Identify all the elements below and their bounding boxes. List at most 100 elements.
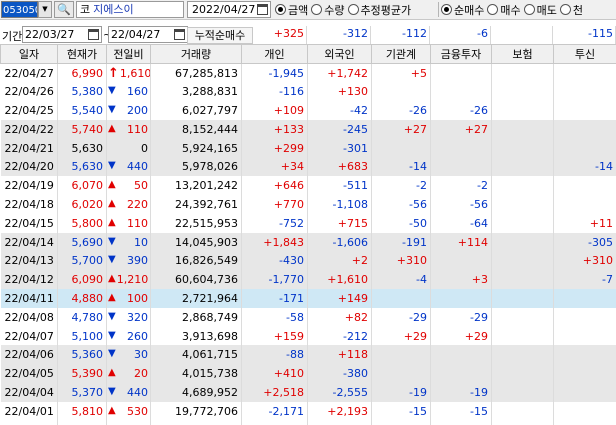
inst-cell: -56: [371, 195, 431, 214]
change-cell: ▼ 390: [106, 251, 151, 271]
radio-button-icon[interactable]: [559, 4, 571, 15]
inst-cell: +310: [371, 251, 431, 271]
fin-cell: [430, 251, 492, 271]
change-value: 50: [134, 179, 148, 193]
volume-cell: 14,496,916: [150, 420, 242, 425]
radio-button-icon[interactable]: [441, 4, 452, 15]
table-row[interactable]: 22/04/05 5,390 ▲ 20 4,015,738 +410 -380: [0, 364, 616, 384]
volume-cell: 4,015,738: [150, 364, 242, 384]
period-from-value: 22/03/27: [25, 28, 75, 41]
price-cell: 5,690: [57, 232, 107, 252]
date-cell: 22/04/05: [0, 364, 58, 384]
column-header-9[interactable]: 투신: [553, 44, 616, 64]
inst-cell: -2: [371, 176, 431, 196]
table-row[interactable]: 22/04/15 5,800 ▲ 110 22,515,953 -752 +715 -50 -6…: [0, 213, 616, 233]
fin-cell: [430, 82, 492, 102]
value-type-radio-0[interactable]: 금액: [275, 2, 308, 18]
column-header-6[interactable]: 기관계: [371, 44, 431, 64]
fin-cell: [430, 63, 492, 83]
for-cell: -301: [307, 138, 372, 158]
table-row[interactable]: 22/04/08 4,780 ▼ 320 2,868,749 -58 +82 -29 -29: [0, 307, 616, 327]
column-header-2[interactable]: 전일비: [106, 44, 151, 64]
inv-cell: [553, 326, 616, 346]
table-row[interactable]: 22/04/07 5,100 ▼ 260 3,913,698 +159 -212 +29 +29: [0, 326, 616, 346]
trade-type-radio-3[interactable]: 천: [559, 2, 583, 18]
column-header-7[interactable]: 금융투자: [430, 44, 492, 64]
price-cell: 6,070: [57, 176, 107, 196]
table-row[interactable]: 22/04/12 6,090 ▲ 1,210 60,604,736 -1,770 +1,61…: [0, 270, 616, 290]
price-cell: 5,280: [57, 420, 107, 425]
table-row[interactable]: 22/04/20 5,630 ▼ 440 5,978,026 +34 +683 -14 -14: [0, 157, 616, 177]
value-type-radio-label: 금액: [288, 3, 309, 17]
column-header-8[interactable]: 보험: [491, 44, 554, 64]
table-row[interactable]: 22/04/11 4,880 ▲ 100 2,721,964 -171 +149: [0, 289, 616, 308]
search-button[interactable]: 🔍: [54, 1, 74, 18]
stock-code-input[interactable]: 053050: [1, 1, 38, 18]
column-header-3[interactable]: 거래량: [150, 44, 242, 64]
table-row[interactable]: 22/04/13 5,700 ▼ 390 16,826,549 -430 +2 +310 +31…: [0, 251, 616, 271]
for-cell: -245: [307, 119, 372, 139]
table-row[interactable]: 22/04/06 5,360 ▼ 30 4,061,715 -88 +118: [0, 345, 616, 365]
change-value: 1,610: [119, 66, 151, 80]
table-row[interactable]: 22/04/04 5,370 ▼ 440 4,689,952 +2,518 -2,555 -1…: [0, 383, 616, 402]
trade-type-radio-2[interactable]: 매도: [523, 2, 557, 18]
table-row[interactable]: 22/04/26 5,380 ▼ 160 3,288,831 -116 +130: [0, 82, 616, 102]
investor-trend-table: 일자 현재가 전일비 거래량 개인 외국인 기관계 금융투자 보험 투신 22/04/27 6,99…: [0, 44, 616, 425]
fin-cell: [430, 138, 492, 158]
column-header-1[interactable]: 현재가: [57, 44, 107, 64]
table-row[interactable]: 22/04/14 5,690 ▼ 10 14,045,903 +1,843 -1,606 -1…: [0, 232, 616, 252]
inv-cell: [553, 176, 616, 196]
toolbar: 053050 ▼ 🔍 코 지에스이 2022/04/27 금액 수량 추정평균가 순매…: [0, 0, 616, 20]
table-row[interactable]: 22/04/18 6,020 ▲ 220 24,392,761 +770 -1,108 -56…: [0, 195, 616, 214]
for-cell: +2,193: [307, 401, 372, 421]
date-cell: 22/04/12: [0, 270, 58, 290]
price-cell: 6,990: [57, 63, 107, 83]
calendar-icon[interactable]: [257, 4, 268, 15]
table-row[interactable]: 22/04/22 5,740 ▲ 110 8,152,444 +133 -245 +27 +27: [0, 119, 616, 139]
ind-cell: +299: [241, 138, 308, 158]
trade-type-radio-0[interactable]: 순매수: [441, 2, 484, 18]
value-type-radio-1[interactable]: 수량: [311, 2, 345, 18]
table-row[interactable]: 22/04/27 6,990 ↑ 1,610 67,285,813 -1,945 +1,74…: [0, 63, 616, 83]
column-header-5[interactable]: 외국인: [307, 44, 372, 64]
inv-cell: [553, 345, 616, 365]
price-cell: 5,810: [57, 401, 107, 421]
change-cell: ▼ 30: [106, 345, 151, 365]
column-header-4[interactable]: 개인: [241, 44, 308, 64]
radio-button-icon[interactable]: [347, 4, 359, 15]
calendar-icon[interactable]: [174, 29, 185, 40]
radio-button-icon[interactable]: [523, 4, 535, 15]
change-value: 10: [134, 235, 148, 249]
change-value: 200: [127, 103, 148, 117]
table-row[interactable]: 22/04/19 6,070 ▲ 50 13,201,242 +646 -511 -2 -2: [0, 176, 616, 196]
fin-cell: +3: [430, 270, 492, 290]
change-cell: ▼ 160: [106, 82, 151, 102]
radio-button-icon[interactable]: [311, 4, 323, 15]
column-header-0[interactable]: 일자: [0, 44, 58, 64]
code-dropdown-button[interactable]: ▼: [38, 1, 52, 18]
ind-cell: +646: [241, 176, 308, 196]
radio-button-icon[interactable]: [275, 4, 286, 15]
calendar-icon[interactable]: [88, 29, 99, 40]
table-row[interactable]: 22/04/25 5,540 ▼ 200 6,027,797 +109 -42 -26 -26: [0, 101, 616, 120]
market-prefix: 코: [80, 3, 91, 16]
inst-cell: +27: [371, 119, 431, 139]
date-input[interactable]: 2022/04/27: [187, 1, 271, 18]
period-from-input[interactable]: 22/03/27: [22, 26, 102, 43]
search-icon: 🔍: [57, 3, 71, 16]
radio-button-icon[interactable]: [487, 4, 499, 15]
fin-cell: +33: [430, 420, 492, 425]
table-row[interactable]: 22/03/315,280▲34514,496,916+3,199-3,149-…: [0, 420, 616, 425]
table-row[interactable]: 22/04/21 5,630 0 5,924,165 +299 -301: [0, 138, 616, 158]
trade-type-radio-label: 순매수: [454, 3, 485, 17]
change-cell: ▲ 50: [106, 176, 151, 196]
for-cell: -3,149: [307, 420, 372, 425]
date-value: 2022/04/27: [192, 3, 256, 16]
period-to-input[interactable]: 22/04/27: [108, 26, 188, 43]
stock-name-field[interactable]: 코 지에스이: [76, 1, 184, 18]
trade-type-radio-1[interactable]: 매수: [487, 2, 521, 18]
date-cell: 22/04/19: [0, 176, 58, 196]
value-type-radio-2[interactable]: 추정평균가: [347, 2, 411, 18]
for-cell: -42: [307, 101, 372, 120]
table-row[interactable]: 22/04/01 5,810 ▲ 530 19,772,706 -2,171 +2,193-…: [0, 401, 616, 421]
